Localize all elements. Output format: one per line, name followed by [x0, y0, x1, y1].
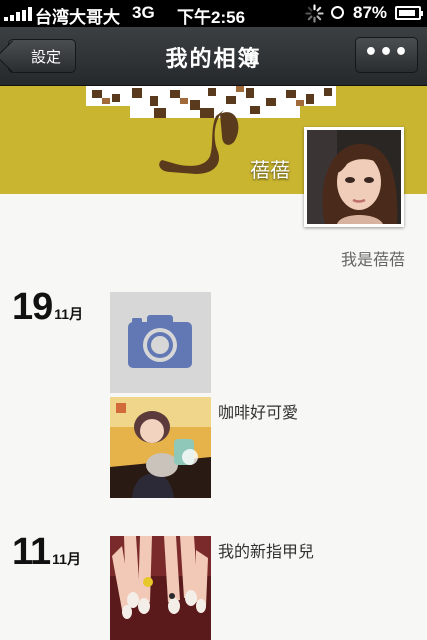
- photo-caption: 我的新指甲兒: [218, 542, 315, 561]
- entry-day: 19: [12, 286, 53, 328]
- clock-icon: [331, 6, 344, 19]
- camera-icon: [128, 315, 192, 368]
- battery-percent: 87%: [353, 3, 388, 22]
- photo-caption: 咖啡好可愛: [218, 403, 299, 422]
- entry-date: 19 11月: [12, 286, 83, 329]
- carrier-name: 台湾大哥大: [35, 8, 120, 27]
- photo-thumbnail[interactable]: [110, 397, 211, 498]
- entry-date: 11 11月: [12, 531, 81, 574]
- more-options-button[interactable]: •••: [355, 37, 418, 73]
- profile-signature: 我是蓓蓓: [340, 250, 405, 269]
- avatar-photo: [307, 130, 401, 224]
- battery-icon: [395, 6, 423, 20]
- profile-avatar[interactable]: [304, 127, 404, 227]
- loading-spinner-icon: [305, 4, 324, 23]
- network-type: 3G: [132, 3, 155, 22]
- add-photo-button[interactable]: [110, 292, 211, 393]
- status-time: 下午2:56: [177, 8, 246, 27]
- photo-coffee: [110, 397, 211, 498]
- entry-day: 11: [12, 531, 51, 573]
- entry-month: 11月: [54, 306, 84, 322]
- photo-thumbnail[interactable]: [110, 536, 211, 640]
- profile-name: 蓓蓓: [250, 158, 290, 182]
- entry-month: 11月: [52, 551, 81, 567]
- battery-level: [399, 10, 415, 16]
- status-bar: 台湾大哥大 3G 下午2:56 87%: [0, 0, 427, 27]
- navigation-bar: 設定 我的相簿 •••: [0, 27, 427, 86]
- signal-icon: [4, 7, 32, 21]
- photo-nails: [110, 536, 211, 640]
